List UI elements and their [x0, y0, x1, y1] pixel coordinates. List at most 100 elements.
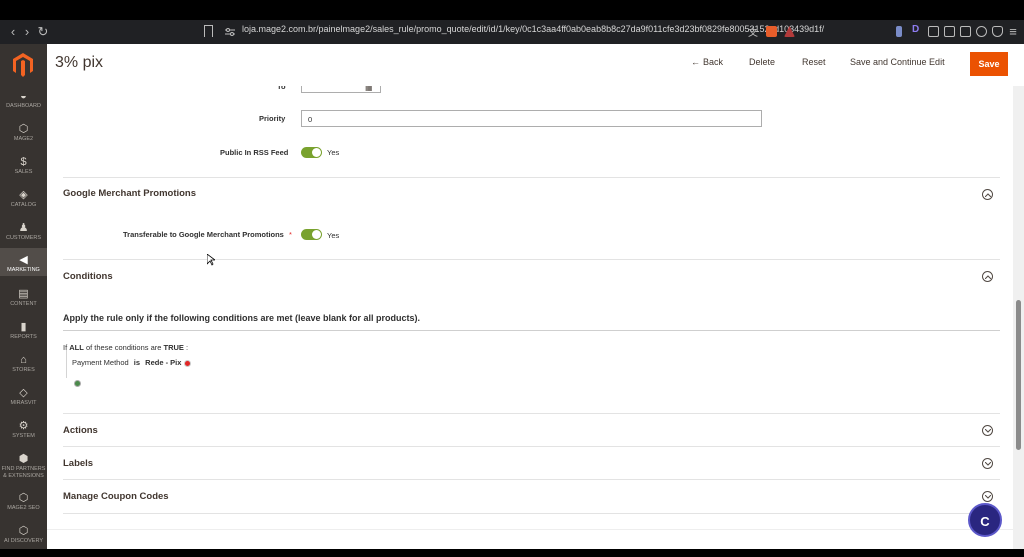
sidebar-item-label: CUSTOMERS [5, 235, 42, 241]
person-icon: ♟ [18, 222, 29, 234]
save-button[interactable]: Save [970, 52, 1008, 76]
google-transferable-label: Transferable to Google Merchant Promotio… [123, 230, 284, 239]
sidebar-item-label: SALES [14, 169, 33, 175]
hexagon-icon: ⬡ [18, 123, 29, 135]
delete-button[interactable]: Delete [749, 57, 775, 67]
extension-puzzle-icon[interactable] [928, 26, 939, 37]
rss-feed-value: Yes [327, 148, 340, 157]
labels-section-title[interactable]: Labels [63, 458, 93, 469]
store-icon: ⌂ [20, 354, 27, 366]
vpn-shield-icon[interactable] [992, 26, 1003, 37]
sidebar-item-label: REPORTS [10, 334, 37, 340]
sidebar-item-label: MIRASVIT [10, 400, 37, 406]
hexagon-icon: ⬡ [18, 525, 29, 537]
sidebar-item-partners[interactable]: ⬢ FIND PARTNERS & EXTENSIONS [0, 453, 47, 479]
priority-input[interactable]: 0 [301, 110, 762, 127]
sidebar-item-catalog[interactable]: ◈ CATALOG [0, 189, 47, 209]
main-content: To ▦ Priority 0 Public In RSS Feed Yes G… [47, 86, 1024, 549]
google-merchant-section-title[interactable]: Google Merchant Promotions [63, 188, 196, 199]
sidebar-item-label: FIND PARTNERS & EXTENSIONS [1, 466, 46, 479]
rss-feed-label: Public In RSS Feed [220, 148, 289, 157]
bookmark-icon[interactable] [204, 25, 213, 37]
reset-button[interactable]: Reset [802, 57, 826, 67]
add-condition-icon[interactable] [74, 380, 81, 387]
sidebar-item-reports[interactable]: ▮ REPORTS [0, 321, 47, 341]
actions-section-title[interactable]: Actions [63, 425, 98, 436]
sidebar-toggle-icon[interactable] [944, 26, 955, 37]
condition-value[interactable]: Rede - Pix [145, 358, 181, 367]
collapse-chevron-icon[interactable] [982, 189, 993, 200]
scrollbar-thumb[interactable] [1016, 300, 1021, 450]
section-divider [63, 259, 1000, 260]
sidebar-item-label: SYSTEM [12, 433, 35, 439]
priority-label: Priority [259, 114, 286, 123]
google-transferable-toggle[interactable] [301, 229, 322, 240]
window-icon[interactable] [960, 26, 971, 37]
translate-icon[interactable]: 文 [744, 24, 762, 39]
condition-operator[interactable]: is [134, 358, 140, 367]
megaphone-icon: ◀ [19, 254, 28, 266]
sidebar-item-mage2-seo[interactable]: ⬡ MAGE2 SEO [0, 492, 47, 512]
extension-d-icon[interactable]: D [912, 24, 923, 35]
condition-tree-line [66, 350, 67, 378]
collapse-chevron-icon[interactable] [982, 271, 993, 282]
expand-chevron-icon[interactable] [982, 491, 993, 502]
sidebar-item-sales[interactable]: $ SALES [0, 156, 47, 176]
of-these-text: of these conditions are [85, 343, 162, 352]
coupon-codes-section-title[interactable]: Manage Coupon Codes [63, 491, 169, 502]
sidebar-item-mage2[interactable]: ⬡ MAGE2 [0, 123, 47, 143]
gear-icon: ⚙ [18, 420, 29, 432]
address-bar[interactable]: loja.mage2.com.br/painelmage2/sales_rule… [242, 24, 824, 34]
section-divider [63, 513, 1000, 514]
back-button[interactable]: Back [703, 57, 723, 67]
reload-icon[interactable]: ↻ [34, 24, 52, 40]
admin-sidebar: ◒ DASHBOARD ⬡ MAGE2 $ SALES ◈ CATALOG ♟ CUSTO… [0, 44, 47, 549]
extensions-icon: ⬢ [18, 453, 29, 465]
sidebar-item-customers[interactable]: ♟ CUSTOMERS [0, 222, 47, 242]
value-select[interactable]: TRUE [164, 343, 184, 352]
mouse-cursor-icon [207, 254, 215, 266]
menu-icon[interactable]: ≡ [1004, 24, 1022, 39]
section-divider [63, 413, 1000, 414]
browser-toolbar: ‹ › ↻ loja.mage2.com.br/painelmage2/sale… [0, 20, 1024, 44]
diamond-icon: ◇ [19, 387, 28, 399]
sidebar-item-label: AI DISCOVERY [3, 538, 44, 544]
brave-shield-icon[interactable] [766, 26, 777, 37]
letterbox-top [0, 0, 1024, 20]
hexagon-icon: ⬡ [18, 492, 29, 504]
aggregator-select[interactable]: ALL [69, 343, 84, 352]
extension-icon[interactable] [896, 26, 902, 37]
required-mark: * [289, 230, 292, 239]
expand-chevron-icon[interactable] [982, 425, 993, 436]
ai-icon[interactable] [976, 26, 987, 37]
sidebar-item-content[interactable]: ▤ CONTENT [0, 288, 47, 308]
sidebar-item-mirasvit[interactable]: ◇ MIRASVIT [0, 387, 47, 407]
dashboard-icon: ◒ [20, 90, 27, 102]
condition-attribute: Payment Method [72, 358, 129, 367]
section-divider [63, 330, 1000, 331]
bar-chart-icon: ▮ [20, 321, 27, 333]
conditions-section-title[interactable]: Conditions [63, 271, 113, 282]
section-divider [63, 177, 1000, 178]
colon-text: : [186, 343, 189, 352]
screen: ‹ › ↻ loja.mage2.com.br/painelmage2/sale… [0, 0, 1024, 557]
footer-divider [47, 529, 1024, 530]
section-divider [63, 479, 1000, 480]
magento-logo-icon[interactable] [12, 52, 34, 78]
calendar-icon[interactable]: ▦ [365, 86, 373, 92]
sidebar-item-marketing[interactable]: ◀ MARKETING [0, 248, 47, 276]
conditions-rule-line: If ALL of these conditions are TRUE : [63, 343, 188, 352]
back-arrow-icon[interactable]: ← [691, 57, 700, 67]
expand-chevron-icon[interactable] [982, 458, 993, 469]
remove-condition-icon[interactable] [184, 360, 191, 367]
dollar-icon: $ [20, 156, 27, 168]
sidebar-item-system[interactable]: ⚙ SYSTEM [0, 420, 47, 440]
sidebar-item-stores[interactable]: ⌂ STORES [0, 354, 47, 374]
site-settings-icon[interactable] [224, 26, 236, 38]
sidebar-item-label: STORES [12, 367, 35, 373]
save-continue-button[interactable]: Save and Continue Edit [850, 57, 945, 67]
chat-widget-button[interactable]: C [968, 503, 1002, 537]
sidebar-item-dashboard[interactable]: ◒ DASHBOARD [0, 90, 47, 110]
sidebar-item-ai-discovery[interactable]: ⬡ AI DISCOVERY [0, 525, 47, 545]
rss-feed-toggle[interactable] [301, 147, 322, 158]
